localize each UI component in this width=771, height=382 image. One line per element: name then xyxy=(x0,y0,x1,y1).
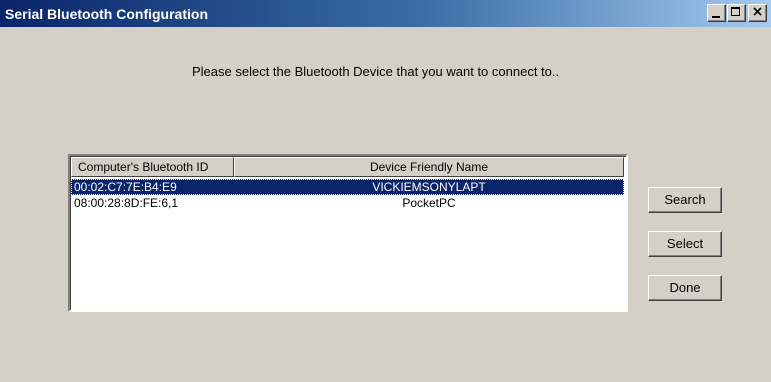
minimize-icon xyxy=(712,16,720,18)
list-header: Computer's Bluetooth ID Device Friendly … xyxy=(71,157,624,177)
title-bar[interactable]: Serial Bluetooth Configuration × xyxy=(0,0,771,27)
search-button[interactable]: Search xyxy=(648,187,722,213)
maximize-button[interactable] xyxy=(727,4,746,22)
column-header-friendly-name[interactable]: Device Friendly Name xyxy=(234,157,624,177)
device-name-cell: VICKIEMSONYLAPT xyxy=(372,180,486,194)
bluetooth-config-window: Serial Bluetooth Configuration × Please … xyxy=(0,0,771,382)
window-controls: × xyxy=(706,4,767,23)
maximize-icon xyxy=(731,7,740,16)
list-item[interactable]: 08:00:28:8D:FE:6,1 PocketPC xyxy=(71,195,624,211)
done-button[interactable]: Done xyxy=(648,275,722,301)
window-title: Serial Bluetooth Configuration xyxy=(5,6,208,22)
column-header-bluetooth-id[interactable]: Computer's Bluetooth ID xyxy=(71,157,234,177)
device-id-cell: 00:02:C7:7E:B4:E9 xyxy=(74,180,177,194)
list-rows: 00:02:C7:7E:B4:E9 VICKIEMSONYLAPT 08:00:… xyxy=(71,179,624,211)
device-list[interactable]: Computer's Bluetooth ID Device Friendly … xyxy=(68,154,628,312)
close-icon: × xyxy=(751,4,764,20)
close-button[interactable]: × xyxy=(748,4,767,22)
device-name-cell: PocketPC xyxy=(402,196,456,210)
instruction-text: Please select the Bluetooth Device that … xyxy=(192,64,560,79)
device-id-cell: 08:00:28:8D:FE:6,1 xyxy=(74,196,179,210)
select-button[interactable]: Select xyxy=(648,231,722,257)
list-item[interactable]: 00:02:C7:7E:B4:E9 VICKIEMSONYLAPT xyxy=(71,179,624,195)
minimize-button[interactable] xyxy=(707,4,726,22)
